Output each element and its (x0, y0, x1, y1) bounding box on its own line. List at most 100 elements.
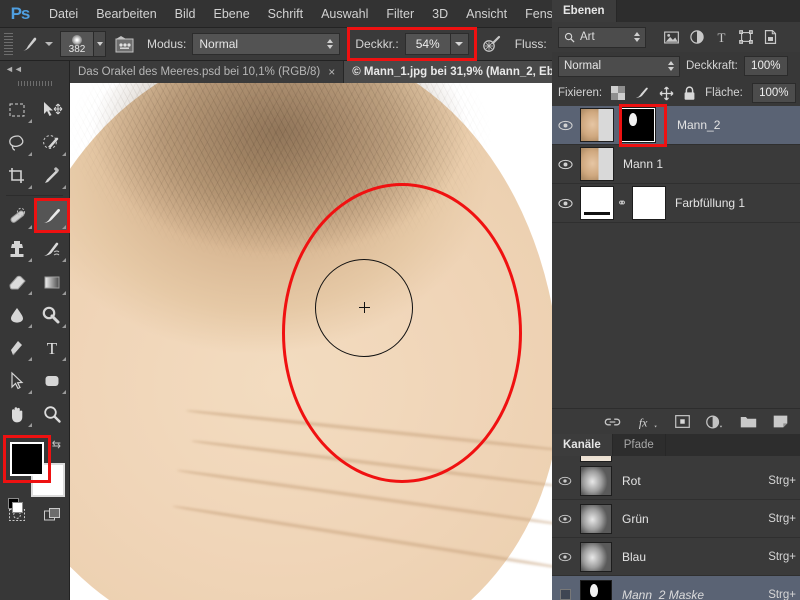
channel-thumbnail[interactable] (580, 503, 612, 534)
menu-item-ebene[interactable]: Ebene (205, 0, 259, 28)
type-tool[interactable]: T (35, 331, 70, 364)
adjustment-layer-icon[interactable] (706, 415, 724, 429)
layer-name[interactable]: Farbfüllung 1 (675, 196, 745, 210)
layer-blend-row: Normal Deckkraft: 100% (552, 52, 800, 80)
layer-row-farbfuellung[interactable]: ⚭ Farbfüllung 1 (552, 184, 800, 223)
layer-visibility-toggle[interactable] (552, 159, 578, 170)
filter-pixel-icon[interactable] (664, 30, 679, 44)
document-tab-title: © Mann_1.jpg bei 31,9% (Mann_2, Eber (352, 66, 565, 78)
menu-item-bild[interactable]: Bild (166, 0, 205, 28)
layer-mask-thumbnail[interactable] (632, 186, 666, 220)
path-selection-tool[interactable] (0, 364, 35, 397)
menu-item-datei[interactable]: Datei (40, 0, 87, 28)
tools-panel-grip[interactable] (17, 77, 52, 89)
layer-thumbnail[interactable] (580, 147, 614, 181)
channel-row-gruen[interactable]: Grün Strg+ (552, 500, 800, 538)
eyedropper-tool[interactable] (35, 159, 70, 192)
new-layer-icon[interactable] (773, 415, 788, 428)
tab-ebenen[interactable]: Ebenen (552, 0, 617, 22)
channel-row-rot[interactable]: Rot Strg+ (552, 462, 800, 500)
layer-name[interactable]: Mann_2 (677, 118, 720, 132)
channel-visibility-toggle[interactable] (552, 514, 578, 524)
layer-name[interactable]: Mann 1 (623, 157, 663, 171)
brush-preset-chevron-icon[interactable] (45, 42, 53, 46)
layer-filter-select[interactable]: Art (558, 26, 646, 48)
brush-tool[interactable] (33, 198, 70, 233)
layer-opacity-value[interactable]: 100% (743, 56, 788, 76)
menu-item-schrift[interactable]: Schrift (259, 0, 312, 28)
filter-adjustment-icon[interactable] (690, 30, 704, 44)
lock-transparent-pixels-icon[interactable] (611, 86, 626, 100)
hand-tool[interactable] (0, 397, 35, 430)
zoom-tool[interactable] (35, 397, 70, 430)
tab-kanaele[interactable]: Kanäle (552, 434, 613, 456)
menu-item-bearbeiten[interactable]: Bearbeiten (87, 0, 165, 28)
rectangular-marquee-tool[interactable] (0, 93, 35, 126)
eraser-tool[interactable] (0, 265, 35, 298)
quick-selection-tool[interactable] (35, 126, 70, 159)
opacity-input[interactable]: 54% (404, 33, 451, 55)
blur-tool[interactable] (0, 298, 35, 331)
tab-pfade[interactable]: Pfade (613, 434, 666, 456)
filter-smartobject-icon[interactable] (764, 30, 777, 44)
menu-item-filter[interactable]: Filter (377, 0, 423, 28)
close-icon[interactable]: × (328, 65, 335, 79)
layer-style-fx-icon[interactable]: fx (637, 415, 659, 429)
fill-value[interactable]: 100% (751, 83, 796, 103)
pen-tool[interactable] (0, 331, 35, 364)
channel-visibility-toggle[interactable] (552, 476, 578, 486)
document-tab-orakel[interactable]: Das Orakel des Meeres.psd bei 10,1% (RGB… (70, 61, 345, 83)
menu-item-3d[interactable]: 3D (423, 0, 457, 28)
rectangle-shape-tool[interactable] (35, 364, 70, 397)
menu-item-ansicht[interactable]: Ansicht (457, 0, 516, 28)
channel-thumbnail[interactable] (580, 541, 612, 572)
lock-position-icon[interactable] (659, 86, 674, 101)
brush-size-field[interactable]: 382 (60, 31, 94, 57)
layer-thumbnail[interactable] (580, 108, 614, 142)
opacity-slider-chevron-icon[interactable] (450, 33, 469, 55)
brush-size-stepper[interactable] (94, 31, 106, 57)
lock-image-pixels-icon[interactable] (634, 86, 650, 100)
add-layer-mask-icon[interactable] (675, 415, 690, 428)
swap-colors-icon[interactable]: ⇆ (52, 438, 61, 451)
screen-mode-icon[interactable] (35, 498, 70, 531)
layer-visibility-toggle[interactable] (552, 198, 578, 209)
blend-mode-select[interactable]: Normal (192, 33, 341, 55)
menu-item-auswahl[interactable]: Auswahl (312, 0, 377, 28)
collapse-panel-icon[interactable]: ◄◄ (0, 61, 69, 77)
dodge-tool[interactable] (35, 298, 70, 331)
healing-brush-tool[interactable] (0, 199, 35, 232)
link-layers-icon[interactable]: ⚭ (616, 196, 628, 210)
move-tool[interactable] (35, 93, 70, 126)
filter-type-icon[interactable]: T (715, 30, 728, 44)
svg-text:fx: fx (639, 415, 648, 428)
channel-visibility-toggle[interactable] (552, 589, 578, 600)
layer-row-mann1[interactable]: Mann 1 (552, 145, 800, 184)
clone-stamp-tool[interactable] (0, 232, 35, 265)
brush-panel-icon[interactable] (112, 32, 136, 56)
crop-tool[interactable] (0, 159, 35, 192)
options-bar-grip[interactable] (4, 33, 13, 55)
link-layers-icon[interactable] (604, 416, 621, 428)
document-tab-mann1[interactable]: © Mann_1.jpg bei 31,9% (Mann_2, Eber (344, 61, 574, 83)
layer-visibility-toggle[interactable] (552, 120, 578, 131)
airbrush-icon[interactable] (480, 32, 504, 56)
document-canvas[interactable] (70, 83, 552, 600)
lasso-tool[interactable] (0, 126, 35, 159)
channel-visibility-toggle[interactable] (552, 552, 578, 562)
layer-row-mann2[interactable]: Mann_2 (552, 104, 800, 147)
layer-blend-mode-select[interactable]: Normal (558, 55, 680, 77)
channel-thumbnail[interactable] (580, 465, 612, 496)
layer-thumbnail[interactable] (580, 186, 614, 220)
history-brush-tool[interactable] (35, 232, 70, 265)
channel-thumbnail[interactable] (580, 579, 612, 600)
chevron-updown-icon (634, 32, 640, 42)
filter-shape-icon[interactable] (739, 30, 753, 44)
channel-row-blau[interactable]: Blau Strg+ (552, 538, 800, 576)
lock-all-icon[interactable] (683, 85, 696, 101)
channel-name: Rot (622, 473, 641, 488)
brush-icon[interactable] (17, 31, 43, 57)
new-group-icon[interactable] (740, 415, 757, 428)
gradient-tool[interactable] (35, 265, 70, 298)
channel-row-mann2-maske[interactable]: Mann_2 Maske Strg+ (552, 576, 800, 600)
